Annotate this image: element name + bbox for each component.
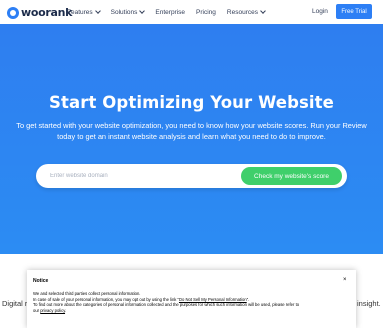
- chevron-down-icon: [260, 8, 266, 14]
- website-domain-input[interactable]: [50, 170, 230, 182]
- nav-item-enterprise[interactable]: Enterprise: [155, 9, 185, 16]
- logo-icon: [7, 6, 19, 19]
- logo-text: woorank: [21, 6, 73, 19]
- close-icon[interactable]: ×: [343, 277, 347, 283]
- section-text-right: insight.: [357, 299, 381, 308]
- top-navbar: woorank Features Solutions Enterprise Pr…: [0, 0, 383, 24]
- privacy-policy-link[interactable]: privacy policy: [40, 308, 65, 313]
- nav-item-features[interactable]: Features: [67, 8, 101, 16]
- woorank-logo[interactable]: woorank: [7, 6, 72, 19]
- nav-links: Features Solutions Enterprise Pricing Re…: [67, 0, 276, 24]
- chevron-down-icon: [139, 8, 146, 14]
- check-score-button[interactable]: Check my website's score: [241, 167, 342, 185]
- hero-section: Start Optimizing Your Website To get sta…: [0, 24, 383, 254]
- chevron-down-icon: [94, 8, 101, 14]
- do-not-sell-link[interactable]: Do Not Sell My Personal Information: [179, 297, 247, 302]
- nav-item-pricing[interactable]: Pricing: [196, 9, 216, 16]
- privacy-notice-dialog: Notice × We and selected third parties c…: [27, 270, 356, 328]
- notice-line-4: our privacy policy.: [33, 307, 67, 313]
- hero-subtitle: To get started with your website optimiz…: [16, 121, 367, 141]
- login-link[interactable]: Login: [312, 8, 328, 15]
- hero-title: Start Optimizing Your Website: [49, 93, 334, 112]
- notice-body: We and selected third parties collect pe…: [33, 291, 351, 313]
- section-text-left: Digital r: [2, 299, 28, 308]
- free-trial-button[interactable]: Free Trial: [336, 4, 372, 19]
- domain-search-box: Check my website's score: [36, 164, 347, 188]
- nav-item-solutions[interactable]: Solutions: [111, 8, 146, 16]
- nav-item-resources[interactable]: Resources: [227, 8, 266, 16]
- notice-title: Notice: [33, 278, 49, 284]
